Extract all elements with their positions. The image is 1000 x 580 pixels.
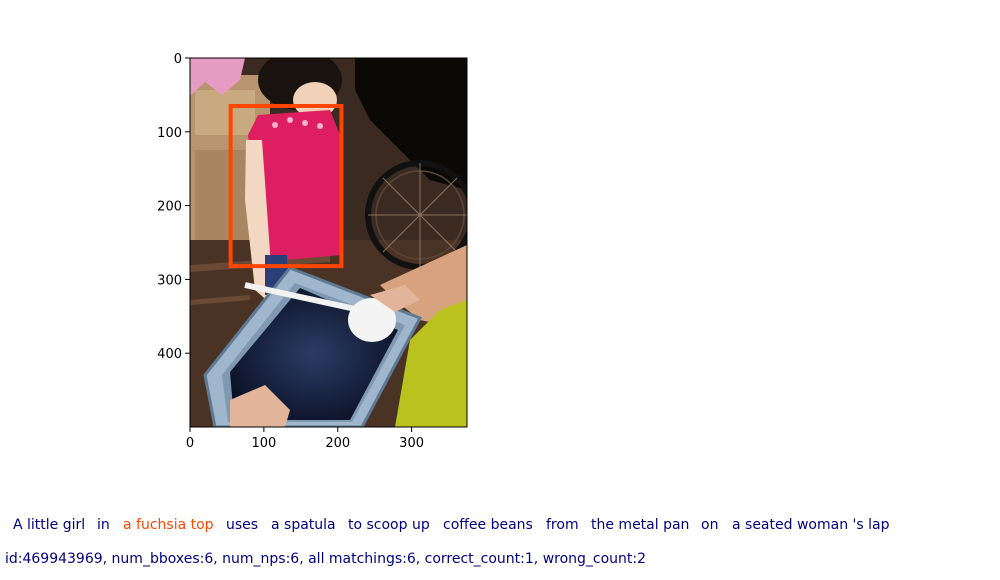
- x-axis: 0 100 200 300: [186, 427, 424, 451]
- caption-phrase: A little girl: [13, 517, 86, 533]
- caption-phrase: in: [97, 517, 110, 533]
- caption-phrase: the metal pan: [591, 517, 690, 533]
- caption-phrase: a fuchsia top: [123, 517, 214, 533]
- caption-phrase: uses: [226, 517, 259, 533]
- y-tick-label: 400: [157, 347, 182, 362]
- x-tick-label: 200: [325, 436, 350, 451]
- y-axis: 0 100 200 300 400: [157, 52, 190, 362]
- figure: 0 100 200 300 0 100 200 300 400: [157, 52, 468, 451]
- info-line: id:469943969, num_bboxes:6, num_nps:6, a…: [5, 551, 647, 567]
- x-tick-label: 100: [251, 436, 276, 451]
- caption: A little girl in a fuchsia top uses a spatul…: [0, 517, 1000, 533]
- x-tick-label: 0: [186, 436, 194, 451]
- caption-phrase: on: [701, 517, 719, 533]
- y-tick-label: 300: [157, 273, 182, 288]
- caption-phrase: a spatula: [271, 517, 336, 533]
- caption-phrase: a seated woman 's lap: [732, 517, 890, 533]
- x-tick-label: 300: [399, 436, 424, 451]
- caption-phrase: from: [546, 517, 579, 533]
- y-tick-label: 100: [157, 126, 182, 141]
- caption-phrase: coffee beans: [443, 517, 533, 533]
- y-tick-label: 200: [157, 200, 182, 215]
- y-tick-label: 0: [174, 52, 182, 67]
- caption-phrase: to scoop up: [348, 517, 430, 533]
